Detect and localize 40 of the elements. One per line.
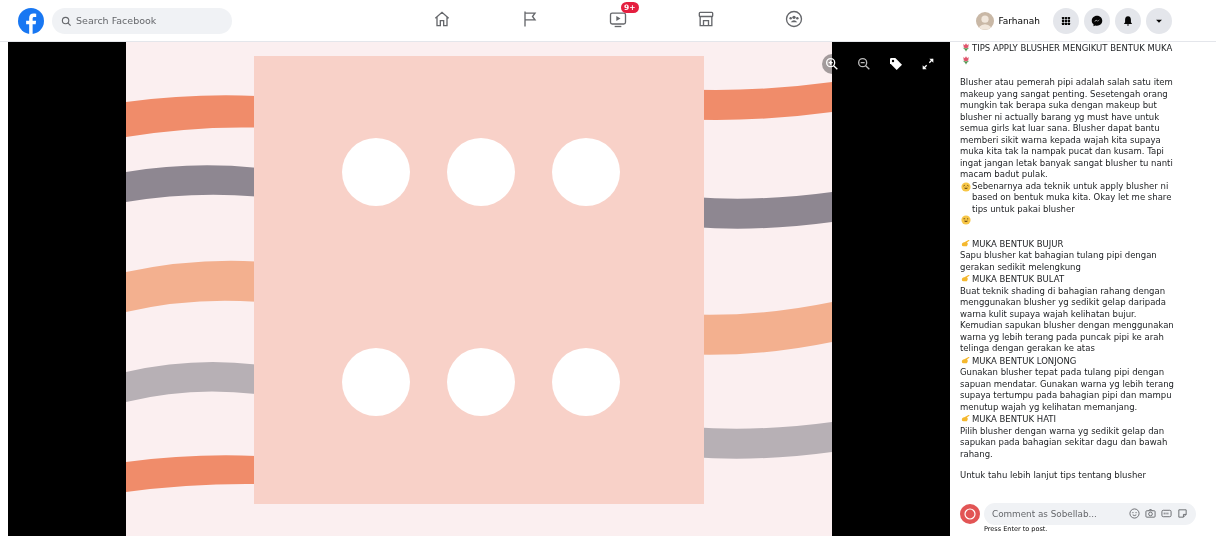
post-text: Pilih blusher dengan warna yg sedikit gelap dan sapukan pada bahagian sekitar dagu dan bawah rahang. bbox=[960, 425, 1169, 460]
post-text: Untuk tahu lebih lanjut tips tentang blusher bbox=[960, 470, 1148, 482]
messenger-icon bbox=[1090, 13, 1104, 28]
section-heading: MUKA BENTUK BULAT bbox=[972, 274, 1065, 284]
post-text: Gunakan blusher tepat pada tulang pipi dengan sapuan mendatar. Gunakan warna yg lebih terang supaya tertumpu pada bahagian pipi dan mampu menutup wajah yg kelihatan memanjang. bbox=[960, 367, 1175, 413]
post-text: Blusher atau pemerah pipi adalah salah satu item makeup yang sangat penting. Sesetengah orang mungkin tak berapa suka dengan makeup but blusher ni actually barang yg must have untuk semua girls kat luar sana. Blusher dapat bantu memberi sikit warna kepada wajah kita supaya muka kita tak la nampak pucat dan kusam. Tapi ingat jangan letak banyak sangat blusher tu nanti macam badut pulak. bbox=[960, 77, 1174, 181]
flower-icon bbox=[961, 42, 971, 52]
camera-icon[interactable] bbox=[1145, 508, 1156, 519]
search-icon bbox=[61, 15, 72, 27]
post-title: TIPS APPLY BLUSHER MENGIKUT BENTUK MUKA bbox=[972, 43, 1173, 53]
sticker-icon[interactable] bbox=[1177, 508, 1188, 519]
post-text: Sapu blusher kat bahagian tulang pipi dengan gerakan sedikit melengkung bbox=[960, 250, 1158, 273]
post-text: Sebenarnya ada teknik untuk apply blusher ni based on bentuk muka kita. Okay let me share tips untuk pakai blusher bbox=[972, 180, 1173, 215]
zoom-in-icon bbox=[824, 56, 840, 72]
pointing-hand-icon bbox=[961, 413, 971, 423]
avatar-icon bbox=[976, 11, 995, 30]
avatar-icon bbox=[960, 504, 980, 524]
profile-link[interactable]: Farhanah bbox=[976, 11, 1040, 30]
menu-button[interactable] bbox=[1053, 7, 1079, 34]
comment-field[interactable]: Comment as Sobellab... bbox=[984, 503, 1196, 525]
gif-icon[interactable] bbox=[1161, 508, 1172, 519]
pointing-hand-icon bbox=[961, 354, 971, 365]
smiley-icon[interactable] bbox=[1129, 508, 1140, 519]
post-text: Buat teknik shading di bahagian rahang dengan menggunakan blusher yg sedikit gelap daripada warna kulit supaya wajah kelihatan bujur. Kemudian sapukan blusher dengan menggunakan warna yg lebih terang pada puncak pipi ke arah telinga dengan gerakan ke atas bbox=[960, 285, 1175, 355]
expand-icon bbox=[920, 56, 936, 72]
section-heading: MUKA BENTUK BUJUR bbox=[972, 238, 1064, 249]
flower-icon bbox=[961, 54, 971, 65]
zoom-out-icon bbox=[856, 56, 872, 72]
logo-icon[interactable] bbox=[18, 7, 44, 34]
section-heading: MUKA BENTUK LONJONG bbox=[972, 355, 1077, 366]
notifications-button[interactable] bbox=[1115, 7, 1141, 34]
tag-icon bbox=[888, 56, 904, 72]
pointing-hand-icon bbox=[961, 273, 971, 283]
search-field[interactable]: Search Facebook bbox=[52, 7, 232, 34]
people-icon bbox=[784, 8, 804, 29]
winking-emoji-icon bbox=[961, 215, 971, 225]
section-heading: MUKA BENTUK HATI bbox=[972, 414, 1056, 424]
messenger-button[interactable] bbox=[1084, 7, 1110, 34]
laughing-emoji-icon bbox=[961, 181, 971, 192]
pointing-hand-icon bbox=[961, 237, 971, 248]
